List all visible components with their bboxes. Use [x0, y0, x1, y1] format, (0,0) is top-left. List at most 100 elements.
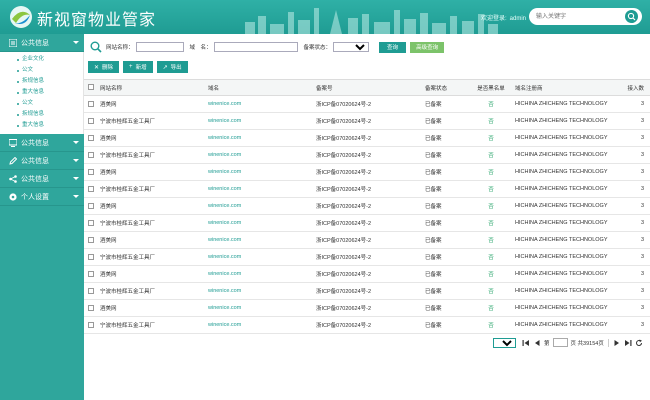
- site-name-cell: 宁波市桂辉五金工具厂: [98, 146, 206, 164]
- sidebar-group-public-info-2[interactable]: 公共信息: [0, 134, 84, 152]
- blacklist-cell: 否: [469, 146, 513, 164]
- row-checkbox[interactable]: [84, 146, 98, 164]
- domain-cell[interactable]: winenice.com: [206, 163, 314, 181]
- checkbox-icon: [88, 287, 94, 294]
- query-button[interactable]: 查询: [379, 41, 407, 53]
- registrar-cell: HICHINA ZHICHENG TECHNOLOGY: [513, 265, 621, 283]
- prev-page-icon[interactable]: [533, 339, 541, 347]
- domain-cell[interactable]: winenice.com: [206, 129, 314, 147]
- record-no-cell: 浙ICP备07020624号-2: [314, 163, 423, 181]
- record-status-cell: 已备案: [423, 95, 469, 113]
- table-row[interactable]: 宁波市桂辉五金工具厂 winenice.com 浙ICP备07020624号-2 已备…: [84, 282, 650, 300]
- last-page-icon[interactable]: [624, 339, 632, 347]
- checkbox-icon: [88, 219, 94, 226]
- record-status-cell: 已备案: [423, 180, 469, 198]
- next-page-icon[interactable]: [613, 339, 621, 347]
- sidebar-item-corporate-culture[interactable]: 企业文化: [0, 54, 83, 65]
- table-row[interactable]: 酒美网 winenice.com 浙ICP备07020624号-2 已备案否 HICHI…: [84, 231, 650, 249]
- domain-cell[interactable]: winenice.com: [206, 316, 314, 334]
- row-checkbox[interactable]: [84, 112, 98, 130]
- page-label: 第: [544, 340, 550, 347]
- sidebar-group-public-info-3[interactable]: 公共信息: [0, 152, 84, 170]
- sidebar-item-regulation[interactable]: 拆规信息: [0, 109, 83, 120]
- row-checkbox[interactable]: [84, 180, 98, 198]
- advanced-query-button[interactable]: 高级查询: [410, 41, 445, 53]
- sidebar-item-major-info[interactable]: 重大信息: [0, 120, 83, 131]
- registrar-cell: HICHINA ZHICHENG TECHNOLOGY: [513, 316, 621, 334]
- row-checkbox[interactable]: [84, 282, 98, 300]
- sidebar-group-public-info-1[interactable]: 公共信息: [0, 34, 84, 52]
- logo-icon: [10, 6, 32, 28]
- search-icon[interactable]: [625, 10, 638, 23]
- sidebar-item-document[interactable]: 公文: [0, 65, 83, 76]
- record-no-cell: 浙ICP备07020624号-2: [314, 129, 423, 147]
- sidebar-item-document[interactable]: 公文: [0, 98, 83, 109]
- record-status-cell: 已备案: [423, 282, 469, 300]
- access-count-cell: 3: [621, 146, 650, 164]
- domain-cell[interactable]: winenice.com: [206, 265, 314, 283]
- col-header-access-count: 接入数: [621, 79, 650, 96]
- checkbox-icon: [88, 134, 94, 141]
- sidebar-item-regulation[interactable]: 拆规信息: [0, 76, 83, 87]
- table-row[interactable]: 宁波市桂辉五金工具厂 winenice.com 浙ICP备07020624号-2 已备…: [84, 214, 650, 232]
- table-row[interactable]: 酒美网 winenice.com 浙ICP备07020624号-2 已备案否 HICHI…: [84, 95, 650, 113]
- status-select[interactable]: [333, 42, 370, 52]
- domain-cell[interactable]: winenice.com: [206, 214, 314, 232]
- row-checkbox[interactable]: [84, 231, 98, 249]
- access-count-cell: 3: [621, 282, 650, 300]
- export-button[interactable]: ↗ 导出: [156, 61, 188, 73]
- domain-cell[interactable]: winenice.com: [206, 299, 314, 317]
- row-checkbox[interactable]: [84, 163, 98, 181]
- checkbox-icon: [88, 168, 94, 175]
- domain-cell[interactable]: winenice.com: [206, 197, 314, 215]
- table-row[interactable]: 宁波市桂辉五金工具厂 winenice.com 浙ICP备07020624号-2 已备…: [84, 112, 650, 130]
- table-row[interactable]: 宁波市桂辉五金工具厂 winenice.com 浙ICP备07020624号-2 已备…: [84, 180, 650, 198]
- table-row[interactable]: 酒美网 winenice.com 浙ICP备07020624号-2 已备案否 HICHI…: [84, 299, 650, 317]
- row-checkbox[interactable]: [84, 95, 98, 113]
- domain-input[interactable]: [213, 42, 298, 52]
- domain-cell[interactable]: winenice.com: [206, 112, 314, 130]
- blacklist-cell: 否: [469, 265, 513, 283]
- page-size-select[interactable]: [493, 337, 516, 348]
- access-count-cell: 3: [621, 265, 650, 283]
- username-link[interactable]: admin: [510, 16, 526, 22]
- checkbox-icon: [88, 151, 94, 158]
- page-number-input[interactable]: [552, 338, 568, 347]
- delete-button[interactable]: ✕ 删除: [88, 61, 120, 73]
- refresh-icon[interactable]: [635, 339, 643, 347]
- first-page-icon[interactable]: [522, 339, 530, 347]
- table-row[interactable]: 宁波市桂辉五金工具厂 winenice.com 浙ICP备07020624号-2 已备…: [84, 146, 650, 164]
- domain-cell[interactable]: winenice.com: [206, 231, 314, 249]
- domain-cell[interactable]: winenice.com: [206, 282, 314, 300]
- row-checkbox[interactable]: [84, 265, 98, 283]
- sidebar-item-major-info[interactable]: 重大信息: [0, 87, 83, 98]
- table-row[interactable]: 宁波市桂辉五金工具厂 winenice.com 浙ICP备07020624号-2 已备…: [84, 248, 650, 266]
- row-checkbox[interactable]: [84, 214, 98, 232]
- site-name-cell: 宁波市桂辉五金工具厂: [98, 282, 206, 300]
- domain-cell[interactable]: winenice.com: [206, 146, 314, 164]
- sidebar-group-public-info-4[interactable]: 公共信息: [0, 170, 84, 188]
- row-checkbox[interactable]: [84, 299, 98, 317]
- blacklist-cell: 否: [469, 248, 513, 266]
- table-row[interactable]: 酒美网 winenice.com 浙ICP备07020624号-2 已备案否 HICHI…: [84, 197, 650, 215]
- table-row[interactable]: 酒美网 winenice.com 浙ICP备07020624号-2 已备案否 HICHI…: [84, 163, 650, 181]
- row-checkbox[interactable]: [84, 129, 98, 147]
- table-row[interactable]: 酒美网 winenice.com 浙ICP备07020624号-2 已备案否 HICHI…: [84, 129, 650, 147]
- record-status-cell: 已备案: [423, 231, 469, 249]
- access-count-cell: 3: [621, 299, 650, 317]
- row-checkbox[interactable]: [84, 316, 98, 334]
- domain-cell[interactable]: winenice.com: [206, 180, 314, 198]
- sidebar-group-personal-settings[interactable]: 个人设置: [0, 188, 84, 206]
- domain-cell[interactable]: winenice.com: [206, 248, 314, 266]
- table-row[interactable]: 宁波市桂辉五金工具厂 winenice.com 浙ICP备07020624号-2 已备…: [84, 316, 650, 334]
- add-button[interactable]: + 新增: [123, 61, 153, 73]
- row-checkbox[interactable]: [84, 248, 98, 266]
- select-all-checkbox[interactable]: [84, 79, 98, 96]
- domain-cell[interactable]: winenice.com: [206, 95, 314, 113]
- table-row[interactable]: 酒美网 winenice.com 浙ICP备07020624号-2 已备案否 HICHI…: [84, 265, 650, 283]
- blacklist-cell: 否: [469, 112, 513, 130]
- row-checkbox[interactable]: [84, 197, 98, 215]
- global-search-input[interactable]: [536, 11, 621, 22]
- record-status-cell: 已备案: [423, 112, 469, 130]
- site-name-input[interactable]: [135, 42, 184, 52]
